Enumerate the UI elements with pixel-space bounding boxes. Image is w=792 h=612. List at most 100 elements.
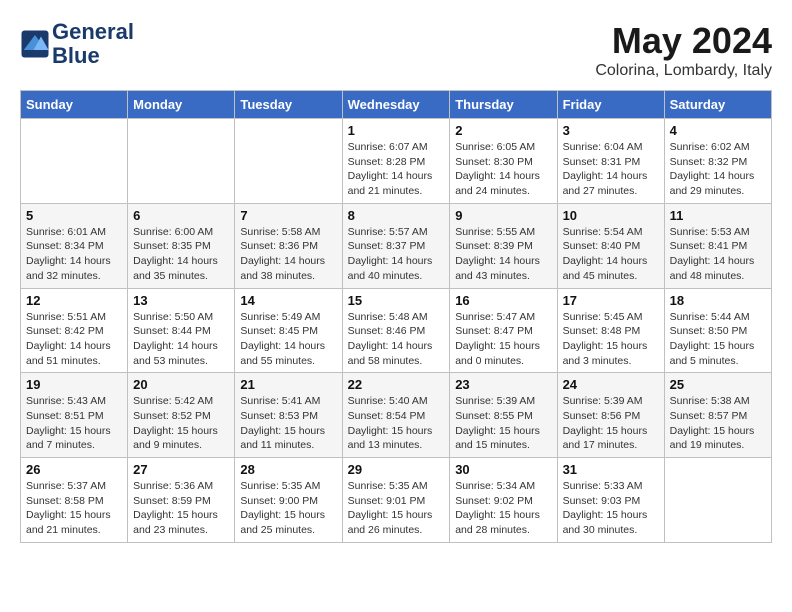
day-info: Sunrise: 5:43 AM Sunset: 8:51 PM Dayligh… bbox=[26, 394, 122, 453]
day-number: 27 bbox=[133, 462, 229, 477]
day-info: Sunrise: 5:54 AM Sunset: 8:40 PM Dayligh… bbox=[563, 225, 659, 284]
day-number: 13 bbox=[133, 293, 229, 308]
day-number: 7 bbox=[240, 208, 336, 223]
day-info: Sunrise: 5:44 AM Sunset: 8:50 PM Dayligh… bbox=[670, 310, 766, 369]
day-header-thursday: Thursday bbox=[450, 91, 557, 119]
calendar-cell: 3 Sunrise: 6:04 AM Sunset: 8:31 PM Daylig… bbox=[557, 119, 664, 204]
calendar-cell: 30 Sunrise: 5:34 AM Sunset: 9:02 PM Dayli… bbox=[450, 458, 557, 543]
day-number: 11 bbox=[670, 208, 766, 223]
calendar-cell: 18 Sunrise: 5:44 AM Sunset: 8:50 PM Dayli… bbox=[664, 288, 771, 373]
day-info: Sunrise: 6:01 AM Sunset: 8:34 PM Dayligh… bbox=[26, 225, 122, 284]
calendar-cell: 6 Sunrise: 6:00 AM Sunset: 8:35 PM Daylig… bbox=[128, 203, 235, 288]
day-number: 31 bbox=[563, 462, 659, 477]
day-info: Sunrise: 5:48 AM Sunset: 8:46 PM Dayligh… bbox=[348, 310, 445, 369]
calendar-cell: 24 Sunrise: 5:39 AM Sunset: 8:56 PM Dayli… bbox=[557, 373, 664, 458]
day-info: Sunrise: 5:58 AM Sunset: 8:36 PM Dayligh… bbox=[240, 225, 336, 284]
day-number: 17 bbox=[563, 293, 659, 308]
calendar-cell: 23 Sunrise: 5:39 AM Sunset: 8:55 PM Dayli… bbox=[450, 373, 557, 458]
calendar-body: 1 Sunrise: 6:07 AM Sunset: 8:28 PM Daylig… bbox=[21, 119, 772, 543]
day-info: Sunrise: 5:51 AM Sunset: 8:42 PM Dayligh… bbox=[26, 310, 122, 369]
day-number: 8 bbox=[348, 208, 445, 223]
calendar-cell: 31 Sunrise: 5:33 AM Sunset: 9:03 PM Dayli… bbox=[557, 458, 664, 543]
calendar-cell: 11 Sunrise: 5:53 AM Sunset: 8:41 PM Dayli… bbox=[664, 203, 771, 288]
day-header-sunday: Sunday bbox=[21, 91, 128, 119]
day-header-wednesday: Wednesday bbox=[342, 91, 450, 119]
calendar-cell: 21 Sunrise: 5:41 AM Sunset: 8:53 PM Dayli… bbox=[235, 373, 342, 458]
logo-text: General Blue bbox=[52, 20, 134, 68]
day-number: 30 bbox=[455, 462, 551, 477]
location-subtitle: Colorina, Lombardy, Italy bbox=[595, 62, 772, 80]
day-number: 4 bbox=[670, 123, 766, 138]
day-info: Sunrise: 5:42 AM Sunset: 8:52 PM Dayligh… bbox=[133, 394, 229, 453]
day-header-monday: Monday bbox=[128, 91, 235, 119]
day-number: 12 bbox=[26, 293, 122, 308]
calendar-cell bbox=[235, 119, 342, 204]
day-info: Sunrise: 5:41 AM Sunset: 8:53 PM Dayligh… bbox=[240, 394, 336, 453]
day-number: 9 bbox=[455, 208, 551, 223]
day-info: Sunrise: 5:49 AM Sunset: 8:45 PM Dayligh… bbox=[240, 310, 336, 369]
calendar-cell: 25Sunrise: 5:38 AM Sunset: 8:57 PM Dayli… bbox=[664, 373, 771, 458]
day-number: 15 bbox=[348, 293, 445, 308]
day-info: Sunrise: 6:00 AM Sunset: 8:35 PM Dayligh… bbox=[133, 225, 229, 284]
day-info: Sunrise: 5:50 AM Sunset: 8:44 PM Dayligh… bbox=[133, 310, 229, 369]
day-info: Sunrise: 5:37 AM Sunset: 8:58 PM Dayligh… bbox=[26, 479, 122, 538]
calendar-week-row: 5 Sunrise: 6:01 AM Sunset: 8:34 PM Daylig… bbox=[21, 203, 772, 288]
day-number: 22 bbox=[348, 377, 445, 392]
day-info: Sunrise: 5:53 AM Sunset: 8:41 PM Dayligh… bbox=[670, 225, 766, 284]
day-number: 18 bbox=[670, 293, 766, 308]
calendar-week-row: 19 Sunrise: 5:43 AM Sunset: 8:51 PM Dayli… bbox=[21, 373, 772, 458]
logo: General Blue bbox=[20, 20, 134, 68]
calendar-table: SundayMondayTuesdayWednesdayThursdayFrid… bbox=[20, 90, 772, 543]
calendar-cell: 15 Sunrise: 5:48 AM Sunset: 8:46 PM Dayli… bbox=[342, 288, 450, 373]
calendar-cell: 22 Sunrise: 5:40 AM Sunset: 8:54 PM Dayli… bbox=[342, 373, 450, 458]
calendar-cell: 1 Sunrise: 6:07 AM Sunset: 8:28 PM Daylig… bbox=[342, 119, 450, 204]
day-number: 26 bbox=[26, 462, 122, 477]
calendar-cell: 2Sunrise: 6:05 AM Sunset: 8:30 PM Daylig… bbox=[450, 119, 557, 204]
calendar-cell: 20 Sunrise: 5:42 AM Sunset: 8:52 PM Dayli… bbox=[128, 373, 235, 458]
calendar-cell: 16Sunrise: 5:47 AM Sunset: 8:47 PM Dayli… bbox=[450, 288, 557, 373]
day-info: Sunrise: 5:57 AM Sunset: 8:37 PM Dayligh… bbox=[348, 225, 445, 284]
day-header-friday: Friday bbox=[557, 91, 664, 119]
calendar-cell: 28Sunrise: 5:35 AM Sunset: 9:00 PM Dayli… bbox=[235, 458, 342, 543]
day-number: 5 bbox=[26, 208, 122, 223]
calendar-cell: 9 Sunrise: 5:55 AM Sunset: 8:39 PM Daylig… bbox=[450, 203, 557, 288]
calendar-cell: 29Sunrise: 5:35 AM Sunset: 9:01 PM Dayli… bbox=[342, 458, 450, 543]
calendar-cell bbox=[21, 119, 128, 204]
day-number: 10 bbox=[563, 208, 659, 223]
day-info: Sunrise: 5:36 AM Sunset: 8:59 PM Dayligh… bbox=[133, 479, 229, 538]
logo-icon bbox=[20, 29, 50, 59]
day-number: 3 bbox=[563, 123, 659, 138]
day-number: 21 bbox=[240, 377, 336, 392]
day-info: Sunrise: 5:39 AM Sunset: 8:56 PM Dayligh… bbox=[563, 394, 659, 453]
day-info: Sunrise: 5:40 AM Sunset: 8:54 PM Dayligh… bbox=[348, 394, 445, 453]
day-info: Sunrise: 5:34 AM Sunset: 9:02 PM Dayligh… bbox=[455, 479, 551, 538]
calendar-cell bbox=[128, 119, 235, 204]
day-info: Sunrise: 5:35 AM Sunset: 9:00 PM Dayligh… bbox=[240, 479, 336, 538]
day-number: 16 bbox=[455, 293, 551, 308]
day-info: Sunrise: 6:05 AM Sunset: 8:30 PM Dayligh… bbox=[455, 140, 551, 199]
day-number: 24 bbox=[563, 377, 659, 392]
day-number: 6 bbox=[133, 208, 229, 223]
day-info: Sunrise: 5:55 AM Sunset: 8:39 PM Dayligh… bbox=[455, 225, 551, 284]
day-info: Sunrise: 6:02 AM Sunset: 8:32 PM Dayligh… bbox=[670, 140, 766, 199]
calendar-cell: 7 Sunrise: 5:58 AM Sunset: 8:36 PM Daylig… bbox=[235, 203, 342, 288]
day-info: Sunrise: 5:38 AM Sunset: 8:57 PM Dayligh… bbox=[670, 394, 766, 453]
day-header-tuesday: Tuesday bbox=[235, 91, 342, 119]
day-info: Sunrise: 5:33 AM Sunset: 9:03 PM Dayligh… bbox=[563, 479, 659, 538]
day-number: 1 bbox=[348, 123, 445, 138]
calendar-cell bbox=[664, 458, 771, 543]
day-info: Sunrise: 6:07 AM Sunset: 8:28 PM Dayligh… bbox=[348, 140, 445, 199]
calendar-cell: 13 Sunrise: 5:50 AM Sunset: 8:44 PM Dayli… bbox=[128, 288, 235, 373]
day-info: Sunrise: 5:39 AM Sunset: 8:55 PM Dayligh… bbox=[455, 394, 551, 453]
day-header-saturday: Saturday bbox=[664, 91, 771, 119]
day-number: 19 bbox=[26, 377, 122, 392]
month-title: May 2024 bbox=[595, 20, 772, 62]
day-number: 20 bbox=[133, 377, 229, 392]
day-number: 23 bbox=[455, 377, 551, 392]
day-info: Sunrise: 6:04 AM Sunset: 8:31 PM Dayligh… bbox=[563, 140, 659, 199]
calendar-cell: 4 Sunrise: 6:02 AM Sunset: 8:32 PM Daylig… bbox=[664, 119, 771, 204]
calendar-week-row: 12 Sunrise: 5:51 AM Sunset: 8:42 PM Dayli… bbox=[21, 288, 772, 373]
calendar-cell: 27 Sunrise: 5:36 AM Sunset: 8:59 PM Dayli… bbox=[128, 458, 235, 543]
calendar-week-row: 26 Sunrise: 5:37 AM Sunset: 8:58 PM Dayli… bbox=[21, 458, 772, 543]
calendar-cell: 19 Sunrise: 5:43 AM Sunset: 8:51 PM Dayli… bbox=[21, 373, 128, 458]
